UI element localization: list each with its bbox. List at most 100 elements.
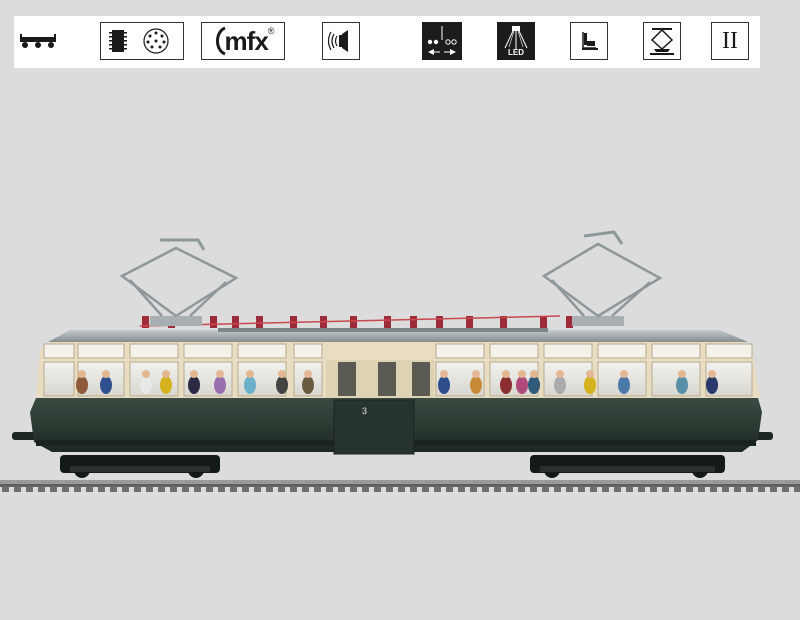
sleeper	[206, 486, 213, 492]
sleeper	[746, 486, 753, 492]
passenger-head	[216, 370, 224, 378]
sleeper	[494, 486, 501, 492]
sleeper	[278, 486, 285, 492]
passenger-head	[518, 370, 526, 378]
passenger-head	[440, 370, 448, 378]
cab-window	[412, 362, 430, 396]
passenger-figure	[438, 376, 450, 394]
roof-window-pane	[237, 343, 287, 359]
sleeper	[578, 486, 585, 492]
track	[0, 480, 800, 492]
sleeper	[482, 486, 489, 492]
passenger-figure	[500, 376, 512, 394]
glass-railcar-model: 3	[0, 230, 800, 492]
sleeper	[722, 486, 729, 492]
passenger-figure	[276, 376, 288, 394]
sleeper	[686, 486, 693, 492]
sleeper	[62, 486, 69, 492]
bogie-right	[530, 455, 725, 478]
sleeper	[170, 486, 177, 492]
sleeper	[326, 486, 333, 492]
passenger-figure	[528, 376, 540, 394]
passenger-figure	[140, 376, 152, 394]
roof-window-pane	[705, 343, 753, 359]
sleeper	[230, 486, 237, 492]
sleeper	[674, 486, 681, 492]
sleeper	[398, 486, 405, 492]
roof-window-pane	[293, 343, 323, 359]
door-panel	[333, 399, 415, 455]
passenger-head	[708, 370, 716, 378]
sleeper	[338, 486, 345, 492]
sleeper	[470, 486, 477, 492]
sleeper	[602, 486, 609, 492]
sleeper	[38, 486, 45, 492]
passenger-head	[142, 370, 150, 378]
sleeper	[410, 486, 417, 492]
roof-window-pane	[183, 343, 233, 359]
pantograph-left	[119, 238, 239, 326]
passenger-head	[78, 370, 86, 378]
sleeper	[782, 486, 789, 492]
sleeper	[254, 486, 261, 492]
passenger-head	[102, 370, 110, 378]
sleeper	[698, 486, 705, 492]
passenger-figure	[76, 376, 88, 394]
passenger-head	[278, 370, 286, 378]
passenger-head	[586, 370, 594, 378]
insulator	[436, 316, 443, 328]
window-pane	[43, 361, 75, 397]
passenger-head	[304, 370, 312, 378]
sleeper	[182, 486, 189, 492]
insulator	[256, 316, 263, 328]
passenger-figure	[244, 376, 256, 394]
passenger-figure	[470, 376, 482, 394]
sleeper	[74, 486, 81, 492]
sleeper	[362, 486, 369, 492]
insulator	[410, 316, 417, 328]
passenger-figure	[554, 376, 566, 394]
sleeper	[434, 486, 441, 492]
sleeper	[650, 486, 657, 492]
sleeper	[374, 486, 381, 492]
roof-window-pane	[651, 343, 701, 359]
sleeper	[266, 486, 273, 492]
bogie-left	[60, 455, 220, 478]
sleeper	[2, 486, 9, 492]
passenger-head	[502, 370, 510, 378]
passenger-head	[556, 370, 564, 378]
passenger-head	[530, 370, 538, 378]
sleeper	[290, 486, 297, 492]
sleeper	[122, 486, 129, 492]
sleeper	[734, 486, 741, 492]
sleeper	[98, 486, 105, 492]
passenger-head	[190, 370, 198, 378]
sleeper	[218, 486, 225, 492]
car-number: 3	[362, 406, 367, 416]
roof-window-pane	[597, 343, 647, 359]
window-pane	[543, 361, 593, 397]
passenger-figure	[706, 376, 718, 394]
sleeper	[542, 486, 549, 492]
roof-window-pane	[435, 343, 485, 359]
passenger-figure	[188, 376, 200, 394]
passenger-head	[620, 370, 628, 378]
sleeper	[566, 486, 573, 492]
sleeper	[518, 486, 525, 492]
sleeper	[638, 486, 645, 492]
sleeper	[242, 486, 249, 492]
roof-window-pane	[543, 343, 593, 359]
passenger-figure	[302, 376, 314, 394]
sleeper	[626, 486, 633, 492]
insulator	[566, 316, 573, 328]
sleeper	[590, 486, 597, 492]
passenger-figure	[618, 376, 630, 394]
sleeper	[146, 486, 153, 492]
sleeper	[446, 486, 453, 492]
insulator	[210, 316, 217, 328]
cab-window	[338, 362, 356, 396]
roof-window-pane	[77, 343, 125, 359]
passenger-head	[472, 370, 480, 378]
sleeper	[350, 486, 357, 492]
sleeper	[14, 486, 21, 492]
